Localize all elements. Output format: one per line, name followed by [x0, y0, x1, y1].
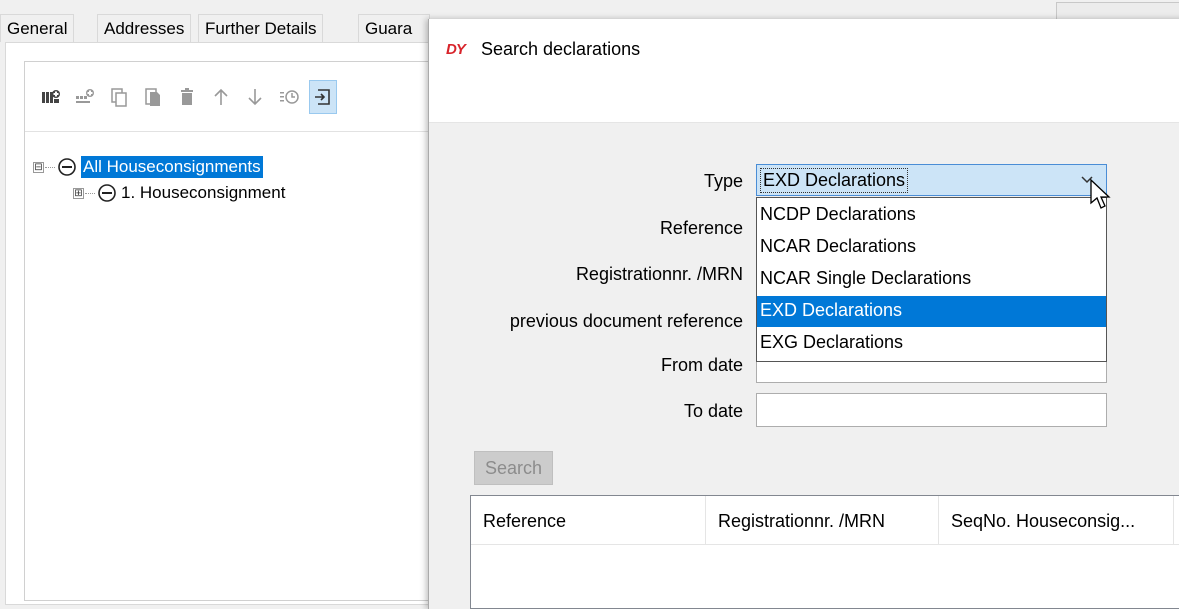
column-header-seqno[interactable]: SeqNo. Houseconsig...	[939, 496, 1174, 545]
paste-button[interactable]	[139, 80, 167, 114]
column-header-registration[interactable]: Registrationnr. /MRN	[706, 496, 939, 545]
delete-button[interactable]	[173, 80, 201, 114]
delete-icon	[181, 88, 193, 105]
type-option-ncar[interactable]: NCAR Declarations	[757, 232, 1106, 263]
registration-label: Registrationnr. /MRN	[575, 264, 743, 284]
search-declarations-dialog: DY Search declarations Type Reference Re…	[428, 19, 1179, 609]
dialog-title: Search declarations	[481, 39, 641, 59]
add-item-button[interactable]	[71, 80, 99, 114]
tab-further-details[interactable]: Further Details	[198, 14, 324, 42]
reference-label: Reference	[659, 218, 743, 238]
move-down-button[interactable]	[241, 80, 269, 114]
search-button-label: Search	[484, 457, 543, 478]
column-header-reference[interactable]: Reference	[471, 496, 706, 545]
import-icon	[315, 89, 330, 105]
app-logo: DY	[446, 41, 466, 58]
type-dropdown-list: NCDP Declarations NCAR Declarations NCAR…	[756, 197, 1107, 362]
dialog-titlebar[interactable]: DY Search declarations	[429, 19, 1179, 123]
type-select[interactable]: EXD Declarations	[756, 164, 1107, 196]
houseconsignment-tree: ⊟ All Houseconsignments ⊞ 1. Houseconsig…	[25, 154, 445, 594]
tree-node-label: All Houseconsignments	[81, 156, 263, 178]
tab-addresses[interactable]: Addresses	[97, 14, 192, 42]
history-icon	[280, 90, 299, 104]
consignment-circle-icon	[98, 184, 116, 202]
add-consignment-icon	[42, 90, 60, 103]
column-header-label: SeqNo. Houseconsig...	[951, 511, 1136, 531]
tab-guarantees[interactable]: Guara	[358, 14, 430, 42]
previous-reference-label: previous document reference	[509, 311, 743, 331]
results-grid-header: Reference Registrationnr. /MRN SeqNo. Ho…	[471, 496, 1179, 545]
consignment-circle-icon	[58, 158, 76, 176]
copy-button[interactable]	[105, 80, 133, 114]
from-date-label: From date	[660, 355, 743, 375]
arrow-down-icon	[248, 89, 262, 106]
move-up-button[interactable]	[207, 80, 235, 114]
expand-icon[interactable]: ⊞	[73, 187, 84, 199]
type-option-exg[interactable]: EXG Declarations	[757, 328, 1106, 359]
tab-label: Addresses	[104, 19, 185, 38]
tree-node-houseconsignment-1[interactable]: ⊞ 1. Houseconsignment	[73, 180, 285, 206]
tab-label: Guara	[365, 19, 413, 38]
column-header-label: Registrationnr. /MRN	[718, 511, 886, 531]
tab-general[interactable]: General	[0, 14, 75, 42]
history-button[interactable]	[275, 80, 303, 114]
to-date-label: To date	[683, 401, 743, 421]
add-consignment-button[interactable]	[37, 80, 65, 114]
paste-icon	[145, 88, 160, 106]
copy-icon	[111, 88, 127, 107]
type-option-exd[interactable]: EXD Declarations	[757, 296, 1106, 327]
add-item-icon	[76, 89, 94, 103]
tab-label: General	[7, 19, 68, 38]
houseconsignment-tree-panel: ⊟ All Houseconsignments ⊞ 1. Houseconsig…	[24, 61, 445, 601]
collapse-icon[interactable]: ⊟	[33, 161, 44, 173]
type-label: Type	[703, 171, 743, 191]
tree-toolbar	[25, 62, 445, 132]
mouse-cursor-icon	[1090, 179, 1111, 209]
tree-node-label: 1. Houseconsignment	[121, 183, 286, 202]
tree-connector	[45, 166, 55, 168]
type-option-ncar-single[interactable]: NCAR Single Declarations	[757, 264, 1106, 295]
search-button[interactable]: Search	[474, 451, 553, 485]
type-select-value: EXD Declarations	[760, 168, 909, 193]
results-grid: Reference Registrationnr. /MRN SeqNo. Ho…	[470, 495, 1179, 609]
arrow-up-icon	[214, 88, 228, 105]
tab-label: Further Details	[205, 19, 317, 38]
column-header-label: Reference	[483, 511, 567, 531]
tree-connector	[85, 192, 95, 194]
tree-node-all-houseconsignments[interactable]: ⊟ All Houseconsignments	[33, 154, 263, 180]
to-date-input[interactable]	[756, 393, 1107, 427]
import-button[interactable]	[309, 80, 337, 114]
type-option-ncdp[interactable]: NCDP Declarations	[757, 200, 1106, 231]
